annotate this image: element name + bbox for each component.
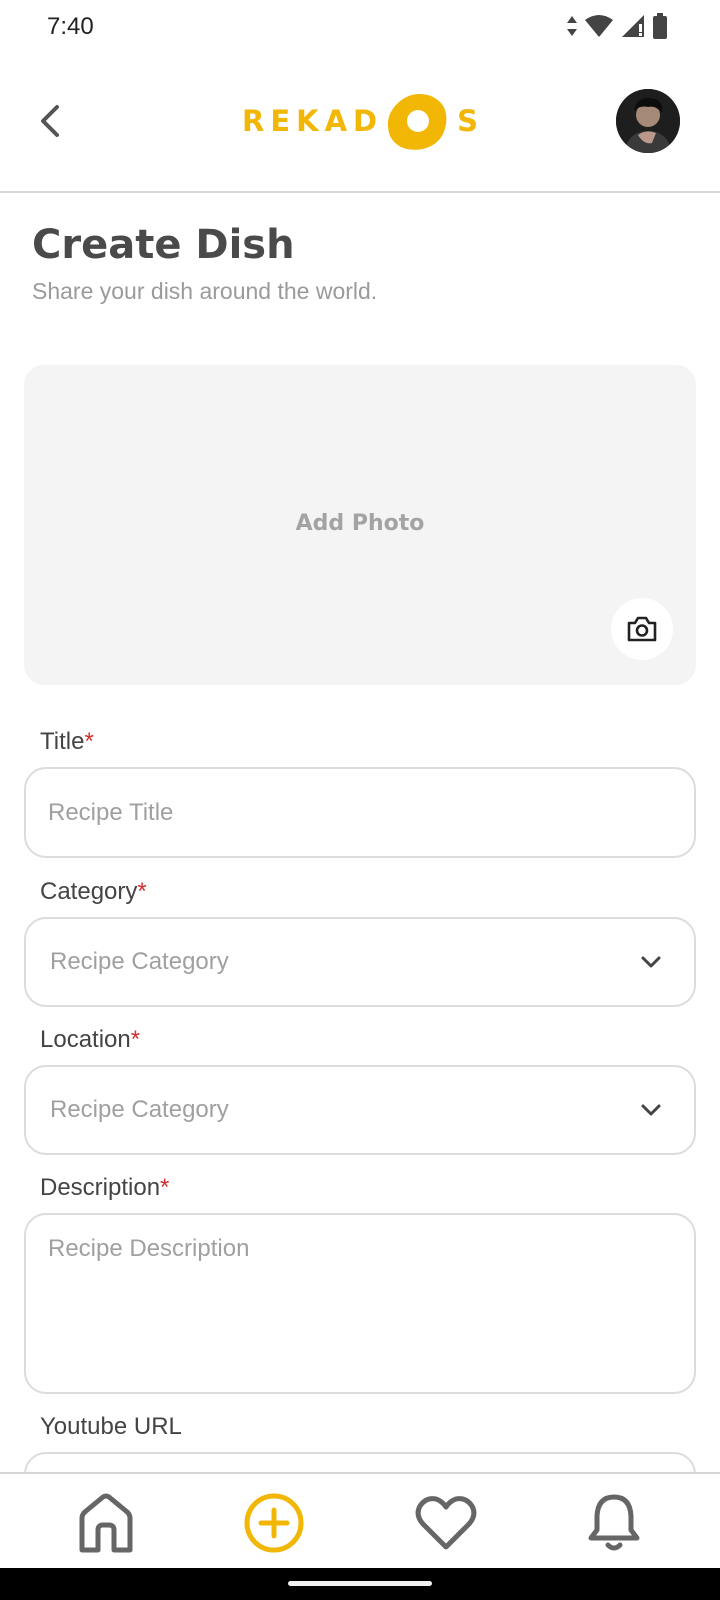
title-field[interactable] [24, 767, 696, 858]
nav-favorites[interactable] [411, 1488, 481, 1558]
app-logo: REKAD S [242, 90, 484, 152]
nav-home[interactable] [71, 1488, 141, 1558]
back-button[interactable] [30, 96, 70, 146]
location-label: Location* [40, 1026, 140, 1054]
required-marker: * [84, 728, 94, 755]
add-circle-icon [244, 1493, 304, 1553]
app-header: REKAD S [0, 60, 720, 193]
nav-add[interactable] [239, 1488, 309, 1558]
page-subtitle: Share your dish around the world. [32, 278, 378, 304]
chevron-down-icon [641, 956, 661, 968]
camera-button[interactable] [611, 598, 673, 660]
logo-text-left: REKAD [242, 104, 384, 138]
description-label-text: Description [40, 1174, 161, 1201]
bottom-navigation [0, 1472, 720, 1568]
required-marker: * [160, 1174, 170, 1201]
status-time: 7:40 [47, 13, 94, 40]
home-icon [79, 1493, 133, 1553]
logo-blob-icon [388, 94, 447, 150]
chevron-left-icon [41, 105, 59, 137]
page-title: Create Dish [32, 222, 295, 268]
category-label-text: Category [40, 878, 138, 905]
location-select[interactable]: Recipe Category [24, 1065, 696, 1155]
status-icons [566, 12, 668, 40]
system-navigation-bar [0, 1568, 720, 1600]
category-select-value: Recipe Category [50, 948, 229, 975]
bell-icon [588, 1494, 640, 1551]
battery-icon [653, 13, 667, 39]
description-textarea[interactable] [26, 1215, 694, 1392]
youtube-url-label: Youtube URL [40, 1413, 182, 1441]
status-bar: 7:40 [0, 0, 720, 56]
avatar[interactable] [616, 89, 680, 153]
category-label: Category* [40, 878, 147, 906]
logo-text-right: S [457, 104, 485, 138]
add-photo-label: Add Photo [295, 511, 425, 536]
category-select[interactable]: Recipe Category [24, 917, 696, 1007]
signal-icon [622, 15, 644, 37]
location-label-text: Location [40, 1026, 131, 1053]
wifi-icon [585, 15, 613, 37]
description-label: Description* [40, 1174, 169, 1202]
camera-icon [627, 616, 657, 642]
user-photo [616, 89, 680, 153]
add-photo-area[interactable]: Add Photo [24, 365, 696, 685]
location-select-value: Recipe Category [50, 1096, 229, 1123]
description-field[interactable] [24, 1213, 696, 1394]
title-input[interactable] [26, 769, 694, 856]
heart-icon [415, 1496, 477, 1550]
required-marker: * [130, 1026, 141, 1053]
title-label: Title* [40, 728, 94, 756]
nav-notifications[interactable] [579, 1488, 649, 1558]
chevron-down-icon [641, 1104, 661, 1116]
data-arrows-icon [567, 16, 577, 36]
title-label-text: Title [40, 728, 85, 755]
gesture-handle[interactable] [288, 1581, 432, 1586]
youtube-url-label-text: Youtube URL [40, 1413, 182, 1440]
required-marker: * [137, 878, 147, 905]
